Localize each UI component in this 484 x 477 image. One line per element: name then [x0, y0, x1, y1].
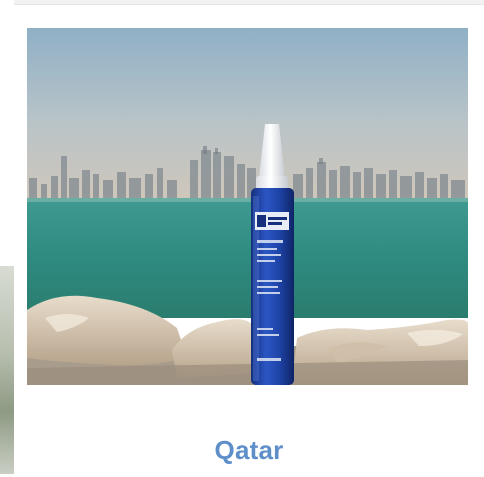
previous-card-photo — [0, 266, 14, 474]
page: Qatar — [0, 0, 484, 477]
location-caption[interactable]: Qatar — [14, 435, 484, 466]
previous-card-edge[interactable] — [0, 0, 14, 477]
location-card[interactable]: Qatar — [14, 4, 484, 477]
location-photo — [27, 28, 468, 385]
